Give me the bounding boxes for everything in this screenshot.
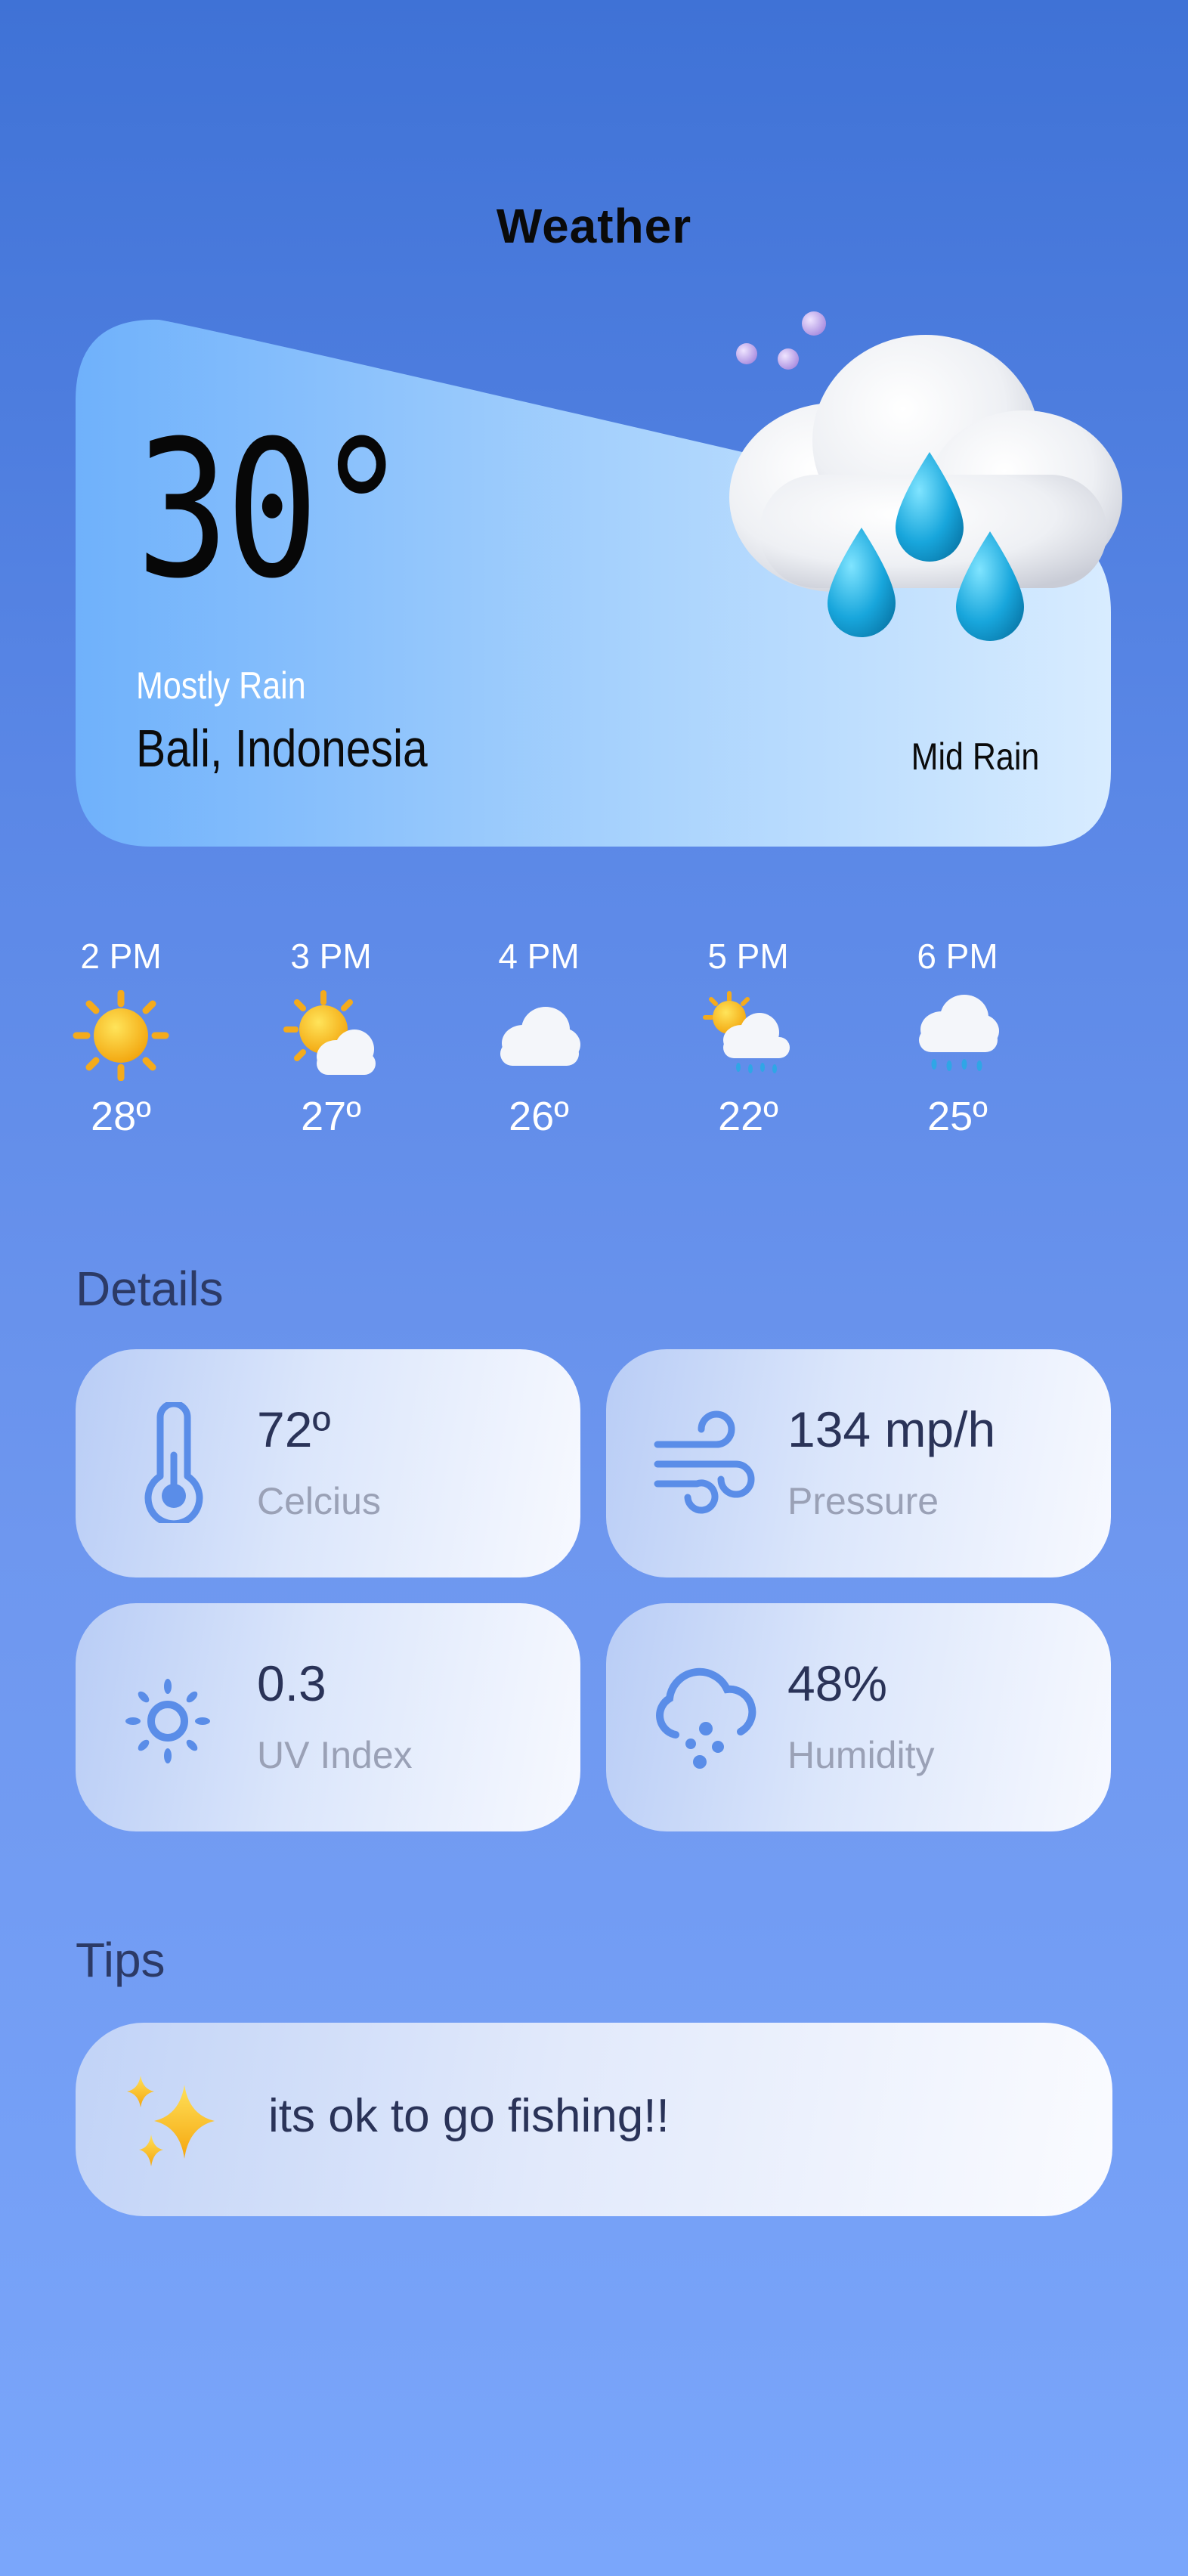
cloud-icon xyxy=(500,1007,580,1066)
detail-label: Humidity xyxy=(787,1734,935,1776)
wind-icon xyxy=(654,1410,755,1514)
thermometer-icon xyxy=(144,1402,203,1523)
hour-time: 2 PM xyxy=(80,937,162,976)
hourly-item[interactable]: 3 PM 27º xyxy=(255,936,407,1140)
sparkles-icon xyxy=(127,2076,215,2166)
hour-time: 3 PM xyxy=(290,937,372,976)
cloud-moon-rain-icon xyxy=(729,297,1160,641)
detail-value: 72º xyxy=(257,1401,331,1457)
hour-temperature: 26º xyxy=(509,1094,569,1139)
hour-time: 4 PM xyxy=(498,937,580,976)
current-weather-card[interactable]: 30° Mostly Rain Bali, Indonesia Mid Rain xyxy=(76,297,1160,847)
detail-card-temperature[interactable]: 72º Celcius xyxy=(76,1349,580,1577)
detail-value: 48% xyxy=(787,1655,888,1711)
rain-intensity: Mid Rain xyxy=(911,735,1039,778)
tips-title: Tips xyxy=(76,1933,166,1987)
current-temperature: 30° xyxy=(136,400,408,620)
page-title: Weather xyxy=(496,199,692,253)
detail-value: 134 mp/h xyxy=(787,1401,996,1457)
hourly-item[interactable]: 6 PM 25º xyxy=(882,936,1033,1140)
details-title: Details xyxy=(76,1262,224,1316)
detail-value: 0.3 xyxy=(257,1655,326,1711)
hour-temperature: 27º xyxy=(301,1094,361,1139)
sun-icon xyxy=(73,990,169,1081)
hour-time: 6 PM xyxy=(917,937,998,976)
detail-card-humidity[interactable]: 48% Humidity xyxy=(606,1603,1111,1831)
hourly-item[interactable]: 5 PM 22º xyxy=(673,936,824,1140)
detail-label: Celcius xyxy=(257,1480,381,1522)
current-condition: Mostly Rain xyxy=(136,664,306,707)
cloud-rain-icon xyxy=(919,995,999,1071)
hourly-item[interactable]: 2 PM 28º xyxy=(45,936,196,1140)
hour-time: 5 PM xyxy=(707,937,789,976)
hourly-item[interactable]: 4 PM 26º xyxy=(463,936,614,1140)
sun-uv-icon xyxy=(125,1679,210,1763)
sun-cloud-rain-icon xyxy=(703,991,790,1073)
cloud-humidity-icon xyxy=(656,1667,756,1769)
tip-text: its ok to go fishing!! xyxy=(268,2090,670,2142)
detail-card-pressure[interactable]: 134 mp/h Pressure xyxy=(606,1349,1111,1577)
hourly-forecast: 2 PM 28º 3 PM 27º 4 PM 26º 5 PM 22º 6 PM… xyxy=(45,936,1103,1163)
hour-temperature: 22º xyxy=(718,1094,778,1139)
hour-temperature: 25º xyxy=(927,1094,988,1139)
detail-label: Pressure xyxy=(787,1480,939,1522)
detail-card-uv-index[interactable]: 0.3 UV Index xyxy=(76,1603,580,1831)
detail-label: UV Index xyxy=(257,1734,413,1776)
sun-cloud-icon xyxy=(283,990,376,1075)
tip-card[interactable]: its ok to go fishing!! xyxy=(76,2023,1112,2216)
hour-temperature: 28º xyxy=(91,1094,151,1139)
current-location: Bali, Indonesia xyxy=(136,719,428,778)
